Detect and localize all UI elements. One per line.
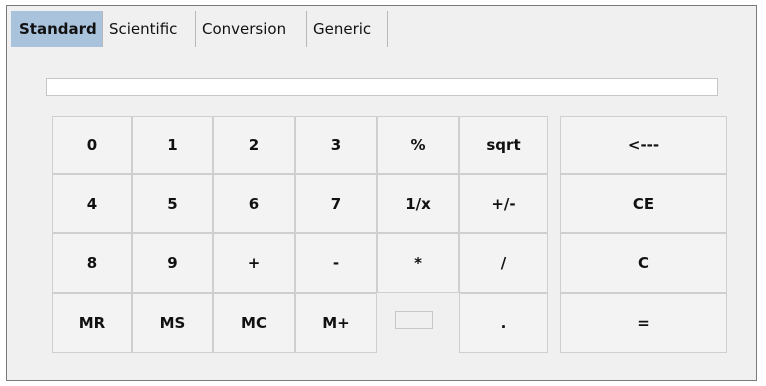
tab-conversion[interactable]: Conversion bbox=[196, 11, 307, 47]
digit-4-button[interactable]: 4 bbox=[52, 174, 132, 233]
memory-store-button[interactable]: MS bbox=[132, 293, 213, 353]
digit-9-button[interactable]: 9 bbox=[132, 233, 213, 293]
negate-button[interactable]: +/- bbox=[459, 174, 548, 233]
clear-button[interactable]: C bbox=[560, 233, 727, 293]
multiply-button[interactable]: * bbox=[377, 233, 459, 293]
digit-3-button[interactable]: 3 bbox=[295, 116, 377, 174]
digit-2-button[interactable]: 2 bbox=[213, 116, 295, 174]
digit-8-button[interactable]: 8 bbox=[52, 233, 132, 293]
minus-button[interactable]: - bbox=[295, 233, 377, 293]
percent-button[interactable]: % bbox=[377, 116, 459, 174]
plus-button[interactable]: + bbox=[213, 233, 295, 293]
mode-tab-bar: Standard Scientific Conversion Generic bbox=[11, 11, 388, 47]
backspace-button[interactable]: <--- bbox=[560, 116, 727, 174]
memory-add-button[interactable]: M+ bbox=[295, 293, 377, 353]
digit-1-button[interactable]: 1 bbox=[132, 116, 213, 174]
sqrt-button[interactable]: sqrt bbox=[459, 116, 548, 174]
digit-7-button[interactable]: 7 bbox=[295, 174, 377, 233]
digit-5-button[interactable]: 5 bbox=[132, 174, 213, 233]
tab-generic[interactable]: Generic bbox=[307, 11, 388, 47]
reciprocal-button[interactable]: 1/x bbox=[377, 174, 459, 233]
memory-recall-button[interactable]: MR bbox=[52, 293, 132, 353]
tab-standard[interactable]: Standard bbox=[11, 11, 103, 47]
memory-clear-button[interactable]: MC bbox=[213, 293, 295, 353]
tab-scientific[interactable]: Scientific bbox=[103, 11, 196, 47]
clear-entry-button[interactable]: CE bbox=[560, 174, 727, 233]
decimal-button[interactable]: . bbox=[459, 293, 548, 353]
display-field[interactable] bbox=[46, 78, 718, 96]
equals-button[interactable]: = bbox=[560, 293, 727, 353]
digit-6-button[interactable]: 6 bbox=[213, 174, 295, 233]
divide-button[interactable]: / bbox=[459, 233, 548, 293]
memory-indicator bbox=[395, 311, 433, 329]
digit-0-button[interactable]: 0 bbox=[52, 116, 132, 174]
